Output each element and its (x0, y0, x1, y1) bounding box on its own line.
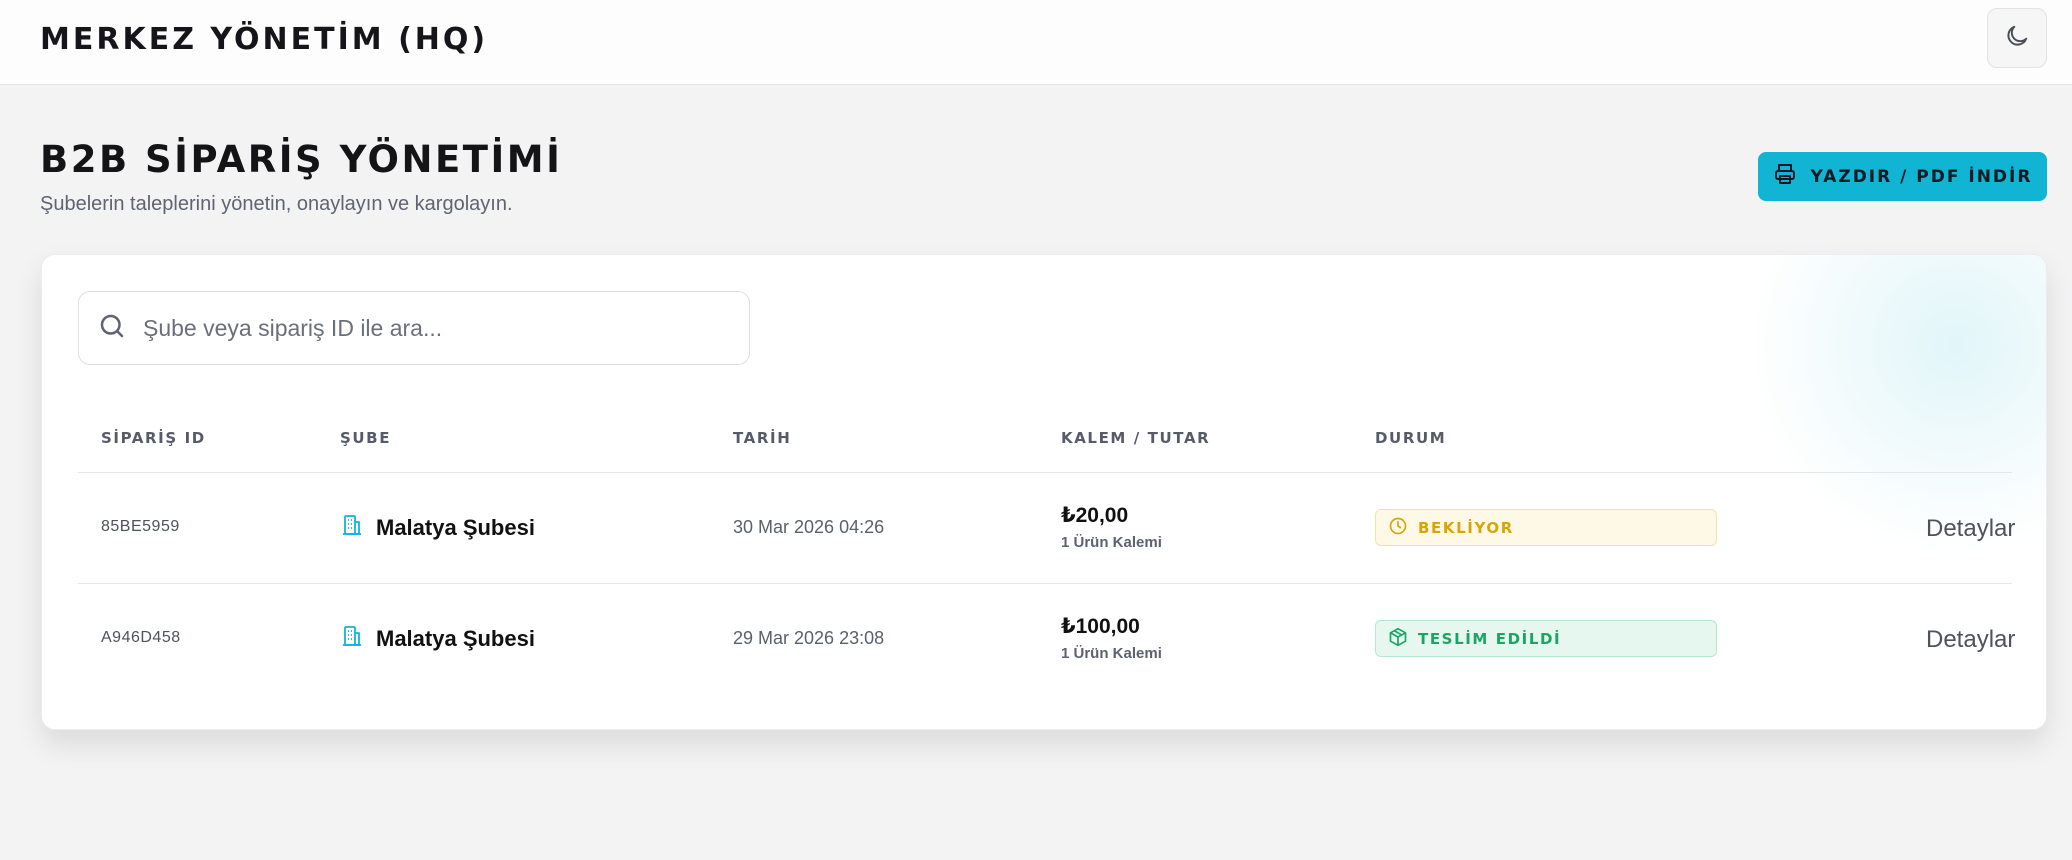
search-icon (97, 311, 127, 346)
search-box[interactable] (78, 291, 750, 365)
amount-cell: ₺100,00 1 Ürün Kalemi (1061, 614, 1162, 662)
order-date: 29 Mar 2026 23:08 (733, 628, 885, 648)
printer-icon (1773, 162, 1797, 191)
building-icon (340, 513, 364, 543)
amount-cell: ₺20,00 1 Ürün Kalemi (1061, 503, 1162, 551)
theme-toggle-button[interactable] (1987, 8, 2047, 68)
order-amount: ₺20,00 (1061, 504, 1129, 527)
brand-title: MERKEZ YÖNETİM (HQ) (40, 22, 489, 57)
clock-icon (1388, 516, 1408, 540)
column-header-order-id: SİPARİŞ ID (101, 429, 206, 447)
search-input[interactable] (143, 314, 703, 342)
status-badge: BEKLİYOR (1375, 509, 1717, 546)
branch-cell: Malatya Şubesi (340, 513, 535, 543)
branch-name: Malatya Şubesi (376, 515, 535, 540)
order-amount: ₺100,00 (1061, 615, 1140, 638)
print-pdf-label: YAZDIR / PDF İNDİR (1810, 166, 2033, 187)
moon-icon (2004, 23, 2030, 54)
branch-name: Malatya Şubesi (376, 626, 535, 651)
status-label: BEKLİYOR (1418, 518, 1514, 537)
orders-card: SİPARİŞ ID ŞUBE TARİH KALEM / TUTAR DURU… (41, 254, 2047, 730)
order-id: 85BE5959 (101, 518, 180, 535)
order-id: A946D458 (101, 629, 181, 646)
status-label: TESLİM EDİLDİ (1418, 629, 1562, 648)
page-subtitle: Şubelerin taleplerini yönetin, onaylayın… (40, 193, 513, 215)
details-link[interactable]: Detaylar (1926, 515, 2015, 543)
table-row[interactable]: 85BE5959 Malatya Şubesi 30 Mar 2026 04:2… (78, 472, 2015, 583)
top-bar: MERKEZ YÖNETİM (HQ) (0, 0, 2072, 85)
column-header-status: DURUM (1375, 429, 1447, 447)
details-link[interactable]: Detaylar (1926, 626, 2015, 654)
item-count: 1 Ürün Kalemi (1061, 645, 1162, 662)
column-header-amount: KALEM / TUTAR (1061, 429, 1211, 447)
order-date: 30 Mar 2026 04:26 (733, 517, 885, 537)
print-pdf-button[interactable]: YAZDIR / PDF İNDİR (1758, 152, 2047, 201)
page-title: B2B SİPARİŞ YÖNETİMİ (40, 138, 563, 181)
branch-cell: Malatya Şubesi (340, 624, 535, 654)
package-icon (1388, 627, 1408, 651)
building-icon (340, 624, 364, 654)
table-row[interactable]: A946D458 Malatya Şubesi 29 Mar 2026 23:0… (78, 583, 2015, 694)
item-count: 1 Ürün Kalemi (1061, 534, 1162, 551)
column-header-branch: ŞUBE (340, 429, 392, 447)
column-header-date: TARİH (733, 429, 792, 447)
status-badge: TESLİM EDİLDİ (1375, 620, 1717, 657)
